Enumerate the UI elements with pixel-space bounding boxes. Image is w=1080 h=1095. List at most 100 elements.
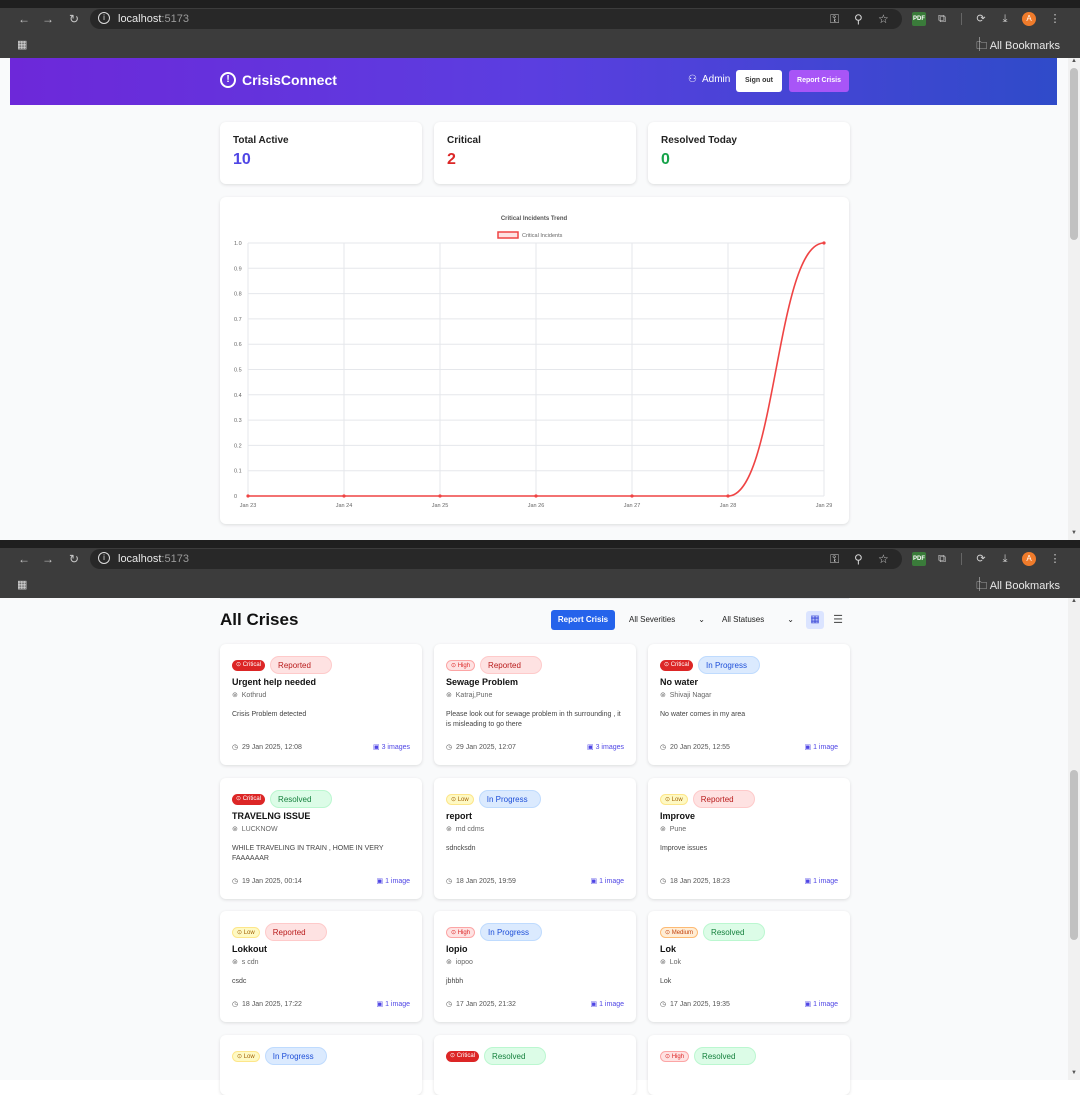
pdf-extension-icon[interactable]: PDF: [912, 552, 926, 566]
address-bar[interactable]: i localhost:5173 ⚿ ⚲ ☆: [90, 549, 902, 569]
sync-icon[interactable]: ⟳: [974, 12, 988, 26]
sync-icon[interactable]: ⟳: [974, 552, 988, 566]
profile-avatar[interactable]: A: [1022, 552, 1036, 566]
crises-title: All Crises: [220, 610, 299, 629]
scroll-down-arrow[interactable]: ▼: [1068, 530, 1080, 540]
map-pin-icon: ⊚: [446, 692, 452, 699]
header-report-crisis-button[interactable]: Report Crisis: [789, 70, 849, 92]
menu-kebab-icon[interactable]: ⋮: [1048, 12, 1062, 26]
image-count-link[interactable]: ▣ 3 images: [373, 743, 410, 751]
download-icon[interactable]: ⤓: [998, 12, 1012, 26]
image-count-link[interactable]: ▣ 1 image: [805, 743, 838, 751]
forward-icon[interactable]: →: [40, 11, 56, 27]
image-count-link[interactable]: ▣ 1 image: [591, 1000, 624, 1008]
reload-icon[interactable]: ↻: [66, 11, 82, 27]
crisis-card[interactable]: ⊙ Critical Reported Urgent help needed ⊚ Ko…: [220, 644, 422, 765]
bookmark-star-icon[interactable]: ☆: [878, 552, 889, 566]
crisis-card[interactable]: ⊙ Low In Progress report ⊚ md cdms sdncksdn ◷…: [434, 778, 636, 899]
password-key-icon[interactable]: ⚿: [830, 552, 839, 567]
image-icon: ▣: [373, 744, 380, 751]
severity-filter[interactable]: All Severities ⌄: [629, 611, 707, 629]
download-icon[interactable]: ⤓: [998, 552, 1012, 566]
address-bar[interactable]: i localhost:5173 ⚿ ⚲ ☆: [90, 9, 902, 29]
password-key-icon[interactable]: ⚿: [830, 12, 839, 27]
profile-avatar[interactable]: A: [1022, 12, 1036, 26]
scroll-up-arrow[interactable]: ▲: [1068, 598, 1080, 608]
alert-circle-icon: ⊙: [236, 795, 242, 802]
back-icon[interactable]: ←: [16, 551, 32, 567]
clock-icon: ◷: [232, 744, 239, 751]
site-info-icon[interactable]: i: [98, 12, 110, 24]
clock-icon: ◷: [446, 878, 453, 885]
x-tick-label: Jan 23: [240, 503, 257, 509]
image-icon: ▣: [376, 878, 384, 885]
sign-out-button[interactable]: Sign out: [736, 70, 782, 92]
reload-icon[interactable]: ↻: [66, 551, 82, 567]
crisis-card[interactable]: ⊙ Critical Resolved TRAVELNG ISSUE ⊚ LUCKNO…: [220, 778, 422, 899]
crisis-card[interactable]: ⊙ High Resolved: [648, 1035, 850, 1095]
map-pin-icon: ⊚: [232, 826, 238, 833]
image-icon: ▣: [804, 878, 812, 885]
crisis-description: sdncksdn: [446, 845, 476, 852]
status-badge: In Progress: [264, 1047, 327, 1065]
crisis-title: TRAVELNG ISSUE: [232, 811, 311, 821]
zoom-icon[interactable]: ⚲: [854, 12, 863, 26]
badge-row: ⊙ Low In Progress: [232, 1047, 327, 1065]
scroll-down-arrow[interactable]: ▼: [1068, 1070, 1080, 1080]
app-logo[interactable]: ! CrisisConnect: [220, 72, 337, 88]
badge-row: ⊙ Critical Resolved: [232, 790, 333, 808]
y-tick-label: 0.8: [234, 292, 242, 298]
scroll-thumb[interactable]: [1070, 68, 1078, 240]
scroll-up-arrow[interactable]: ▲: [1068, 58, 1080, 68]
crisis-card[interactable]: ⊙ Critical Resolved: [434, 1035, 636, 1095]
page-scrollbar[interactable]: ▲ ▼: [1068, 58, 1080, 540]
image-icon: ▣: [376, 1001, 384, 1008]
all-bookmarks-button[interactable]: 🗀 All Bookmarks: [976, 37, 1060, 56]
pdf-extension-icon[interactable]: PDF: [912, 12, 926, 26]
map-pin-icon: ⊚: [660, 692, 666, 699]
crisis-card[interactable]: ⊙ Low Reported Lokkout ⊚ s cdn csdc ◷ 18 Jan …: [220, 911, 422, 1022]
forward-icon[interactable]: →: [40, 551, 56, 567]
crisis-card[interactable]: ⊙ Low In Progress: [220, 1035, 422, 1095]
list-view-icon[interactable]: ☰: [829, 611, 847, 629]
bookmark-star-icon[interactable]: ☆: [878, 12, 889, 26]
page-scrollbar[interactable]: ▲ ▼: [1068, 598, 1080, 1080]
crisis-title: report: [446, 811, 473, 821]
severity-badge: ⊙ High: [446, 926, 476, 938]
status-badge: In Progress: [478, 790, 541, 808]
image-count-link[interactable]: ▣ 3 images: [587, 743, 624, 751]
current-user: ⚇ Admin: [688, 74, 731, 85]
image-count-link[interactable]: ▣ 1 image: [377, 877, 410, 885]
all-bookmarks-button[interactable]: 🗀 All Bookmarks: [976, 577, 1060, 596]
site-info-icon[interactable]: i: [98, 552, 110, 564]
image-count-link[interactable]: ▣ 1 image: [377, 1000, 410, 1008]
image-count-link[interactable]: ▣ 1 image: [805, 877, 838, 885]
chart-svg: Critical Incidents Trend Critical Inciden…: [234, 216, 832, 509]
badge-row: ⊙ High Resolved: [660, 1047, 757, 1065]
image-count-link[interactable]: ▣ 1 image: [805, 1000, 838, 1008]
map-pin-icon: ⊚: [446, 826, 452, 833]
extensions-icon[interactable]: ⧉: [935, 12, 949, 26]
stat-resolved-today: Resolved Today 0: [648, 122, 850, 184]
scroll-thumb[interactable]: [1070, 770, 1078, 940]
zoom-icon[interactable]: ⚲: [854, 552, 863, 566]
map-pin-icon: ⊚: [446, 959, 452, 966]
crisis-card[interactable]: ⊙ Low Reported Improve ⊚ Pune Improve issues…: [648, 778, 850, 899]
report-crisis-button[interactable]: Report Crisis: [551, 610, 615, 630]
crisis-card[interactable]: ⊙ Medium Resolved Lok ⊚ Lok Lok ◷ 17 Jan 2025…: [648, 911, 850, 1022]
crisis-description: WHILE TRAVELING IN TRAIN , HOME IN VERY …: [232, 845, 384, 862]
url-text: localhost:5173: [118, 13, 189, 25]
back-icon[interactable]: ←: [16, 11, 32, 27]
crisis-card[interactable]: ⊙ Critical In Progress No water ⊚ Shivaji N…: [648, 644, 850, 765]
extensions-icon[interactable]: ⧉: [935, 552, 949, 566]
grid-view-icon[interactable]: ▦: [806, 611, 824, 629]
image-count-link[interactable]: ▣ 1 image: [591, 877, 624, 885]
menu-kebab-icon[interactable]: ⋮: [1048, 552, 1062, 566]
crisis-card[interactable]: ⊙ High In Progress lopio ⊚ iopoo jbhbh ◷ 17 J…: [434, 911, 636, 1022]
crisis-location: ⊚ Kothrud: [232, 692, 267, 699]
legend-swatch: [497, 231, 519, 239]
status-filter[interactable]: All Statuses ⌄: [722, 611, 796, 629]
crisis-card[interactable]: ⊙ High Reported Sewage Problem ⊚ Katraj,Pun…: [434, 644, 636, 765]
apps-grid-icon[interactable]: ▦: [17, 578, 27, 591]
apps-grid-icon[interactable]: ▦: [17, 38, 27, 51]
